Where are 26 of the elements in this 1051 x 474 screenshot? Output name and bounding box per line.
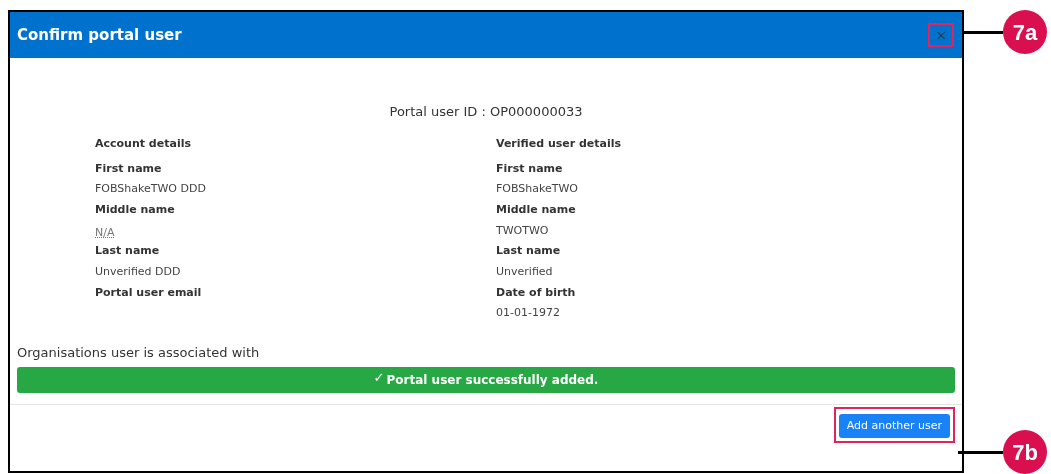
field-value: 01-01-1972 xyxy=(496,305,561,322)
column-heading: Account details xyxy=(95,135,192,152)
field-label: First name xyxy=(95,160,163,177)
field-label: Last name xyxy=(496,243,562,260)
callout-badge: 7b xyxy=(1003,430,1047,474)
field-value: FOBShakeTWO DDD xyxy=(95,181,207,198)
field-label: Date of birth xyxy=(496,284,577,301)
callout-badge: 7a xyxy=(1003,10,1047,54)
field-value: TWOTWO xyxy=(496,222,550,239)
close-button[interactable]: × xyxy=(928,23,954,47)
portal-user-id: Portal user ID : OP000000033 xyxy=(388,103,584,121)
field-label: Portal user email xyxy=(95,284,203,301)
field-label: First name xyxy=(496,160,564,177)
field-value: Unverified xyxy=(496,263,554,280)
field-value: Unverified DDD xyxy=(95,263,182,280)
alert-message: Portal user successfully added. xyxy=(386,371,599,389)
field-value: FOBShakeTWO xyxy=(496,181,580,198)
column-heading: Verified user details xyxy=(496,135,623,152)
field-value: N/A xyxy=(95,225,115,239)
dialog-title: Confirm portal user xyxy=(17,24,182,46)
field-label: Middle name xyxy=(95,201,176,218)
field-label: Last name xyxy=(95,243,161,260)
field-label: Middle name xyxy=(496,201,577,218)
section-heading: Organisations user is associated with xyxy=(17,344,261,362)
add-another-user-button[interactable]: Add another user xyxy=(838,413,950,438)
check-icon: ✓ xyxy=(373,367,385,388)
